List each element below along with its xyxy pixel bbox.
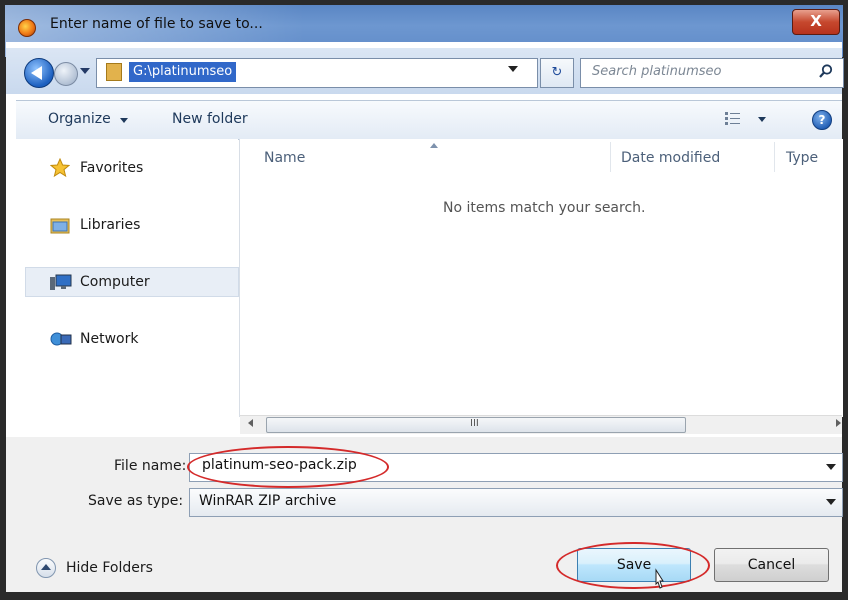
annotation-circle-file-name bbox=[187, 446, 389, 488]
annotation-circle-save bbox=[556, 542, 710, 589]
file-name-dropdown-icon[interactable] bbox=[826, 464, 836, 470]
search-icon[interactable] bbox=[818, 63, 834, 79]
nav-item-favorites[interactable]: Favorites bbox=[80, 160, 143, 176]
address-path[interactable]: G:\platinumseo bbox=[129, 62, 237, 82]
cancel-button[interactable]: Cancel bbox=[714, 548, 829, 582]
recent-locations-dropdown-icon[interactable] bbox=[80, 68, 90, 74]
column-divider[interactable] bbox=[610, 142, 611, 172]
nav-item-libraries[interactable]: Libraries bbox=[80, 217, 140, 233]
save-as-type-dropdown-icon[interactable] bbox=[826, 499, 836, 505]
sort-ascending-icon bbox=[430, 143, 438, 148]
hide-folders-button[interactable]: Hide Folders bbox=[66, 560, 153, 576]
firefox-icon bbox=[18, 19, 36, 37]
scroll-right-icon[interactable] bbox=[836, 419, 841, 427]
network-icon bbox=[50, 332, 72, 346]
column-divider[interactable] bbox=[774, 142, 775, 172]
folder-icon bbox=[106, 63, 122, 81]
nav-item-network[interactable]: Network bbox=[80, 331, 138, 347]
chevron-down-icon[interactable] bbox=[120, 118, 128, 123]
help-icon[interactable]: ? bbox=[812, 110, 832, 130]
new-folder-button[interactable]: New folder bbox=[172, 111, 248, 127]
close-button[interactable]: X bbox=[792, 9, 840, 35]
file-name-label: File name: bbox=[114, 458, 187, 474]
column-header-date-modified[interactable]: Date modified bbox=[621, 150, 720, 166]
file-list bbox=[239, 139, 843, 417]
nav-item-computer[interactable]: Computer bbox=[80, 274, 150, 290]
forward-button[interactable] bbox=[54, 62, 78, 86]
views-dropdown-icon[interactable] bbox=[758, 117, 766, 122]
views-icon[interactable] bbox=[725, 112, 741, 126]
empty-list-message: No items match your search. bbox=[443, 200, 646, 216]
command-toolbar bbox=[16, 100, 842, 140]
libraries-icon bbox=[50, 218, 70, 234]
organize-button[interactable]: Organize bbox=[48, 111, 111, 127]
scroll-left-icon[interactable] bbox=[248, 419, 253, 427]
refresh-button[interactable]: ↻ bbox=[540, 58, 574, 88]
back-button[interactable] bbox=[24, 58, 54, 88]
computer-icon bbox=[50, 274, 72, 290]
mouse-pointer-icon bbox=[655, 568, 664, 589]
save-as-type-label: Save as type: bbox=[88, 493, 184, 509]
collapse-up-icon[interactable] bbox=[36, 558, 56, 578]
column-header-name[interactable]: Name bbox=[264, 150, 305, 166]
star-icon bbox=[50, 158, 70, 178]
window-title: Enter name of file to save to... bbox=[50, 16, 263, 32]
save-as-type-value[interactable]: WinRAR ZIP archive bbox=[199, 493, 336, 509]
address-dropdown-icon[interactable] bbox=[508, 66, 518, 72]
column-header-type[interactable]: Type bbox=[786, 150, 818, 166]
scrollbar-grip: III bbox=[470, 418, 479, 429]
search-placeholder: Search platinumseo bbox=[592, 64, 722, 79]
